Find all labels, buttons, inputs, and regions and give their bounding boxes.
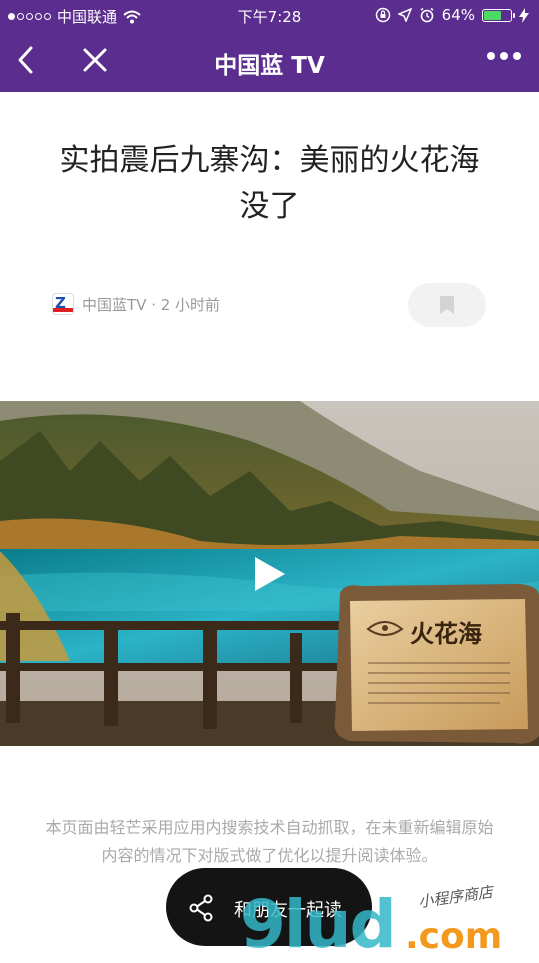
article-title: 实拍震后九寨沟：美丽的火花海没了	[59, 143, 480, 224]
nav-title: 中国蓝 TV	[214, 53, 325, 79]
article-meta: Z 中国蓝TV · 2 小时前	[52, 293, 220, 315]
reformat-notice: 本页面由轻芒采用应用内搜索技术自动抓取，在未重新编辑原始内容的情况下对版式做了优…	[45, 818, 494, 865]
bookmark-icon	[440, 296, 454, 314]
watermark-domain: .com	[405, 916, 503, 957]
share-label: 和朋友一起读	[234, 900, 342, 921]
bookmark-button[interactable]	[408, 283, 486, 327]
more-icon[interactable]	[487, 52, 521, 60]
share-icon	[189, 894, 213, 922]
sign-title: 火花海	[410, 619, 482, 648]
top-bar: 中国联通 下午7:28 64% 中国蓝 TV	[0, 0, 539, 92]
charging-icon	[519, 7, 529, 23]
play-icon[interactable]	[253, 555, 287, 593]
battery-percent: 64%	[441, 6, 475, 24]
orientation-lock-icon	[375, 7, 390, 23]
alarm-icon	[420, 7, 434, 23]
watermark-tagline: 小程序商店	[417, 882, 494, 912]
battery-icon	[482, 8, 515, 22]
source-and-time: 中国蓝TV · 2 小时前	[82, 295, 221, 314]
read-with-friends-button[interactable]: 和朋友一起读	[166, 868, 372, 946]
video-player[interactable]: 火花海	[0, 401, 539, 746]
location-icon	[397, 8, 412, 22]
nav-bar: 中国蓝 TV	[0, 30, 539, 92]
source-logo-icon: Z	[52, 293, 74, 315]
status-bar: 中国联通 下午7:28 64%	[0, 0, 539, 30]
